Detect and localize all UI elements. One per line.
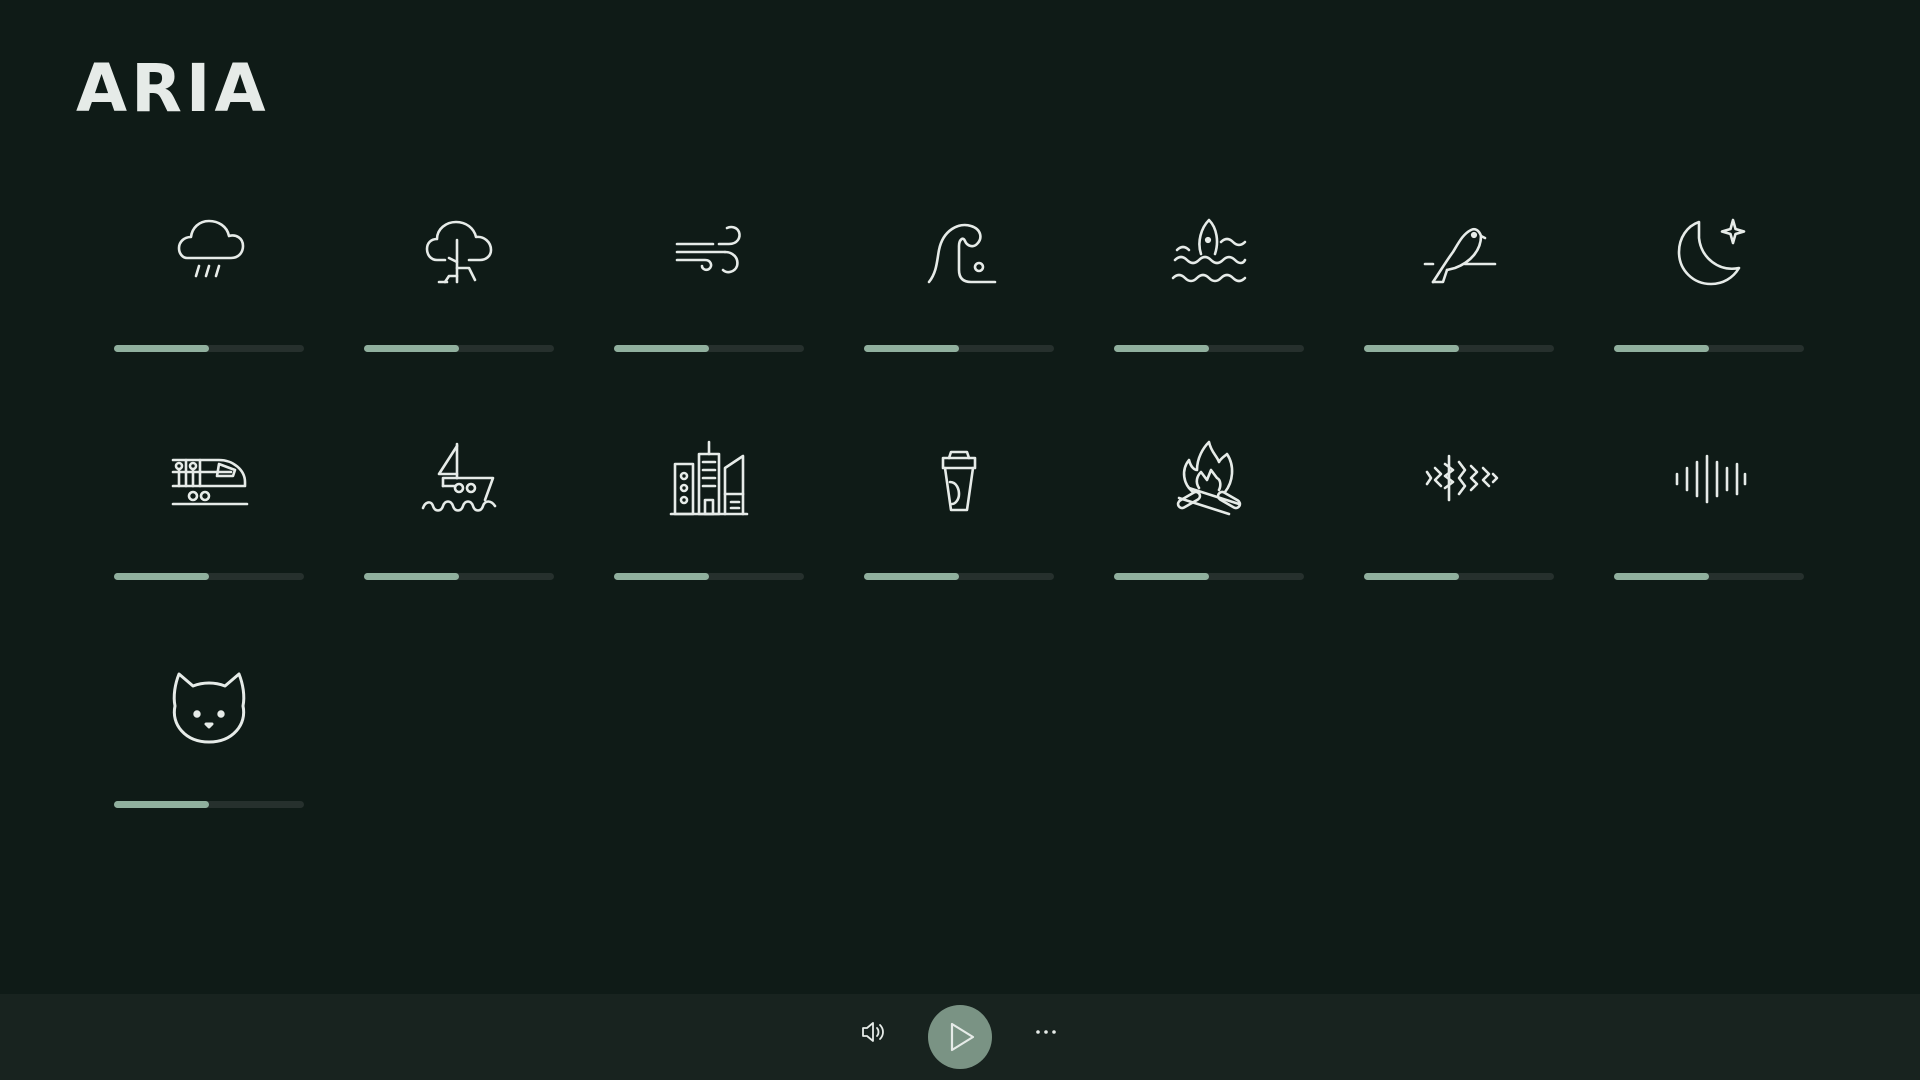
bird-icon[interactable]	[1419, 210, 1499, 290]
sound-grid	[84, 200, 1836, 884]
cat-purr-icon[interactable]	[169, 666, 249, 746]
volume-icon[interactable]	[856, 1014, 892, 1050]
pink-noise-icon[interactable]	[1669, 438, 1749, 518]
app-title: ARIA	[76, 50, 270, 127]
volume-slider-wave[interactable]	[864, 345, 1054, 352]
train-icon[interactable]	[169, 438, 249, 518]
volume-slider-thunderstorm[interactable]	[364, 345, 554, 352]
city-icon[interactable]	[669, 438, 749, 518]
play-icon	[950, 1022, 975, 1052]
volume-slider-pink-noise[interactable]	[1614, 573, 1804, 580]
sound-tile-sea[interactable]	[1084, 200, 1334, 428]
sound-tile-coffee[interactable]	[834, 428, 1084, 656]
app-window: ARIA	[0, 0, 1920, 1080]
player-bar	[0, 994, 1920, 1080]
volume-slider-city[interactable]	[614, 573, 804, 580]
wave-icon[interactable]	[919, 210, 999, 290]
volume-slider-bird[interactable]	[1364, 345, 1554, 352]
volume-slider-cat[interactable]	[114, 801, 304, 808]
more-dots-icon[interactable]	[1028, 1014, 1064, 1050]
coffee-cup-icon[interactable]	[919, 438, 999, 518]
sound-tile-bird[interactable]	[1334, 200, 1584, 428]
campfire-icon[interactable]	[1169, 438, 1249, 518]
volume-slider-wind[interactable]	[614, 345, 804, 352]
thunderstorm-icon[interactable]	[419, 210, 499, 290]
volume-slider-night[interactable]	[1614, 345, 1804, 352]
boat-icon[interactable]	[419, 438, 499, 518]
sound-tile-campfire[interactable]	[1084, 428, 1334, 656]
sound-tile-night[interactable]	[1584, 200, 1834, 428]
night-moon-icon[interactable]	[1669, 210, 1749, 290]
sound-tile-rain[interactable]	[84, 200, 334, 428]
volume-slider-boat[interactable]	[364, 573, 554, 580]
sound-tile-wave[interactable]	[834, 200, 1084, 428]
sound-tile-wind[interactable]	[584, 200, 834, 428]
sound-tile-pink-noise[interactable]	[1584, 428, 1834, 656]
wind-icon[interactable]	[669, 210, 749, 290]
volume-slider-sea[interactable]	[1114, 345, 1304, 352]
white-noise-icon[interactable]	[1419, 438, 1499, 518]
volume-slider-white-noise[interactable]	[1364, 573, 1554, 580]
rain-icon[interactable]	[169, 210, 249, 290]
sea-waves-icon[interactable]	[1169, 210, 1249, 290]
sound-tile-boat[interactable]	[334, 428, 584, 656]
sound-tile-thunderstorm[interactable]	[334, 200, 584, 428]
volume-slider-campfire[interactable]	[1114, 573, 1304, 580]
volume-slider-coffee[interactable]	[864, 573, 1054, 580]
volume-slider-train[interactable]	[114, 573, 304, 580]
sound-tile-train[interactable]	[84, 428, 334, 656]
play-button[interactable]	[928, 1005, 992, 1069]
sound-tile-cat[interactable]	[84, 656, 334, 884]
volume-slider-rain[interactable]	[114, 345, 304, 352]
sound-tile-city[interactable]	[584, 428, 834, 656]
sound-tile-white-noise[interactable]	[1334, 428, 1584, 656]
